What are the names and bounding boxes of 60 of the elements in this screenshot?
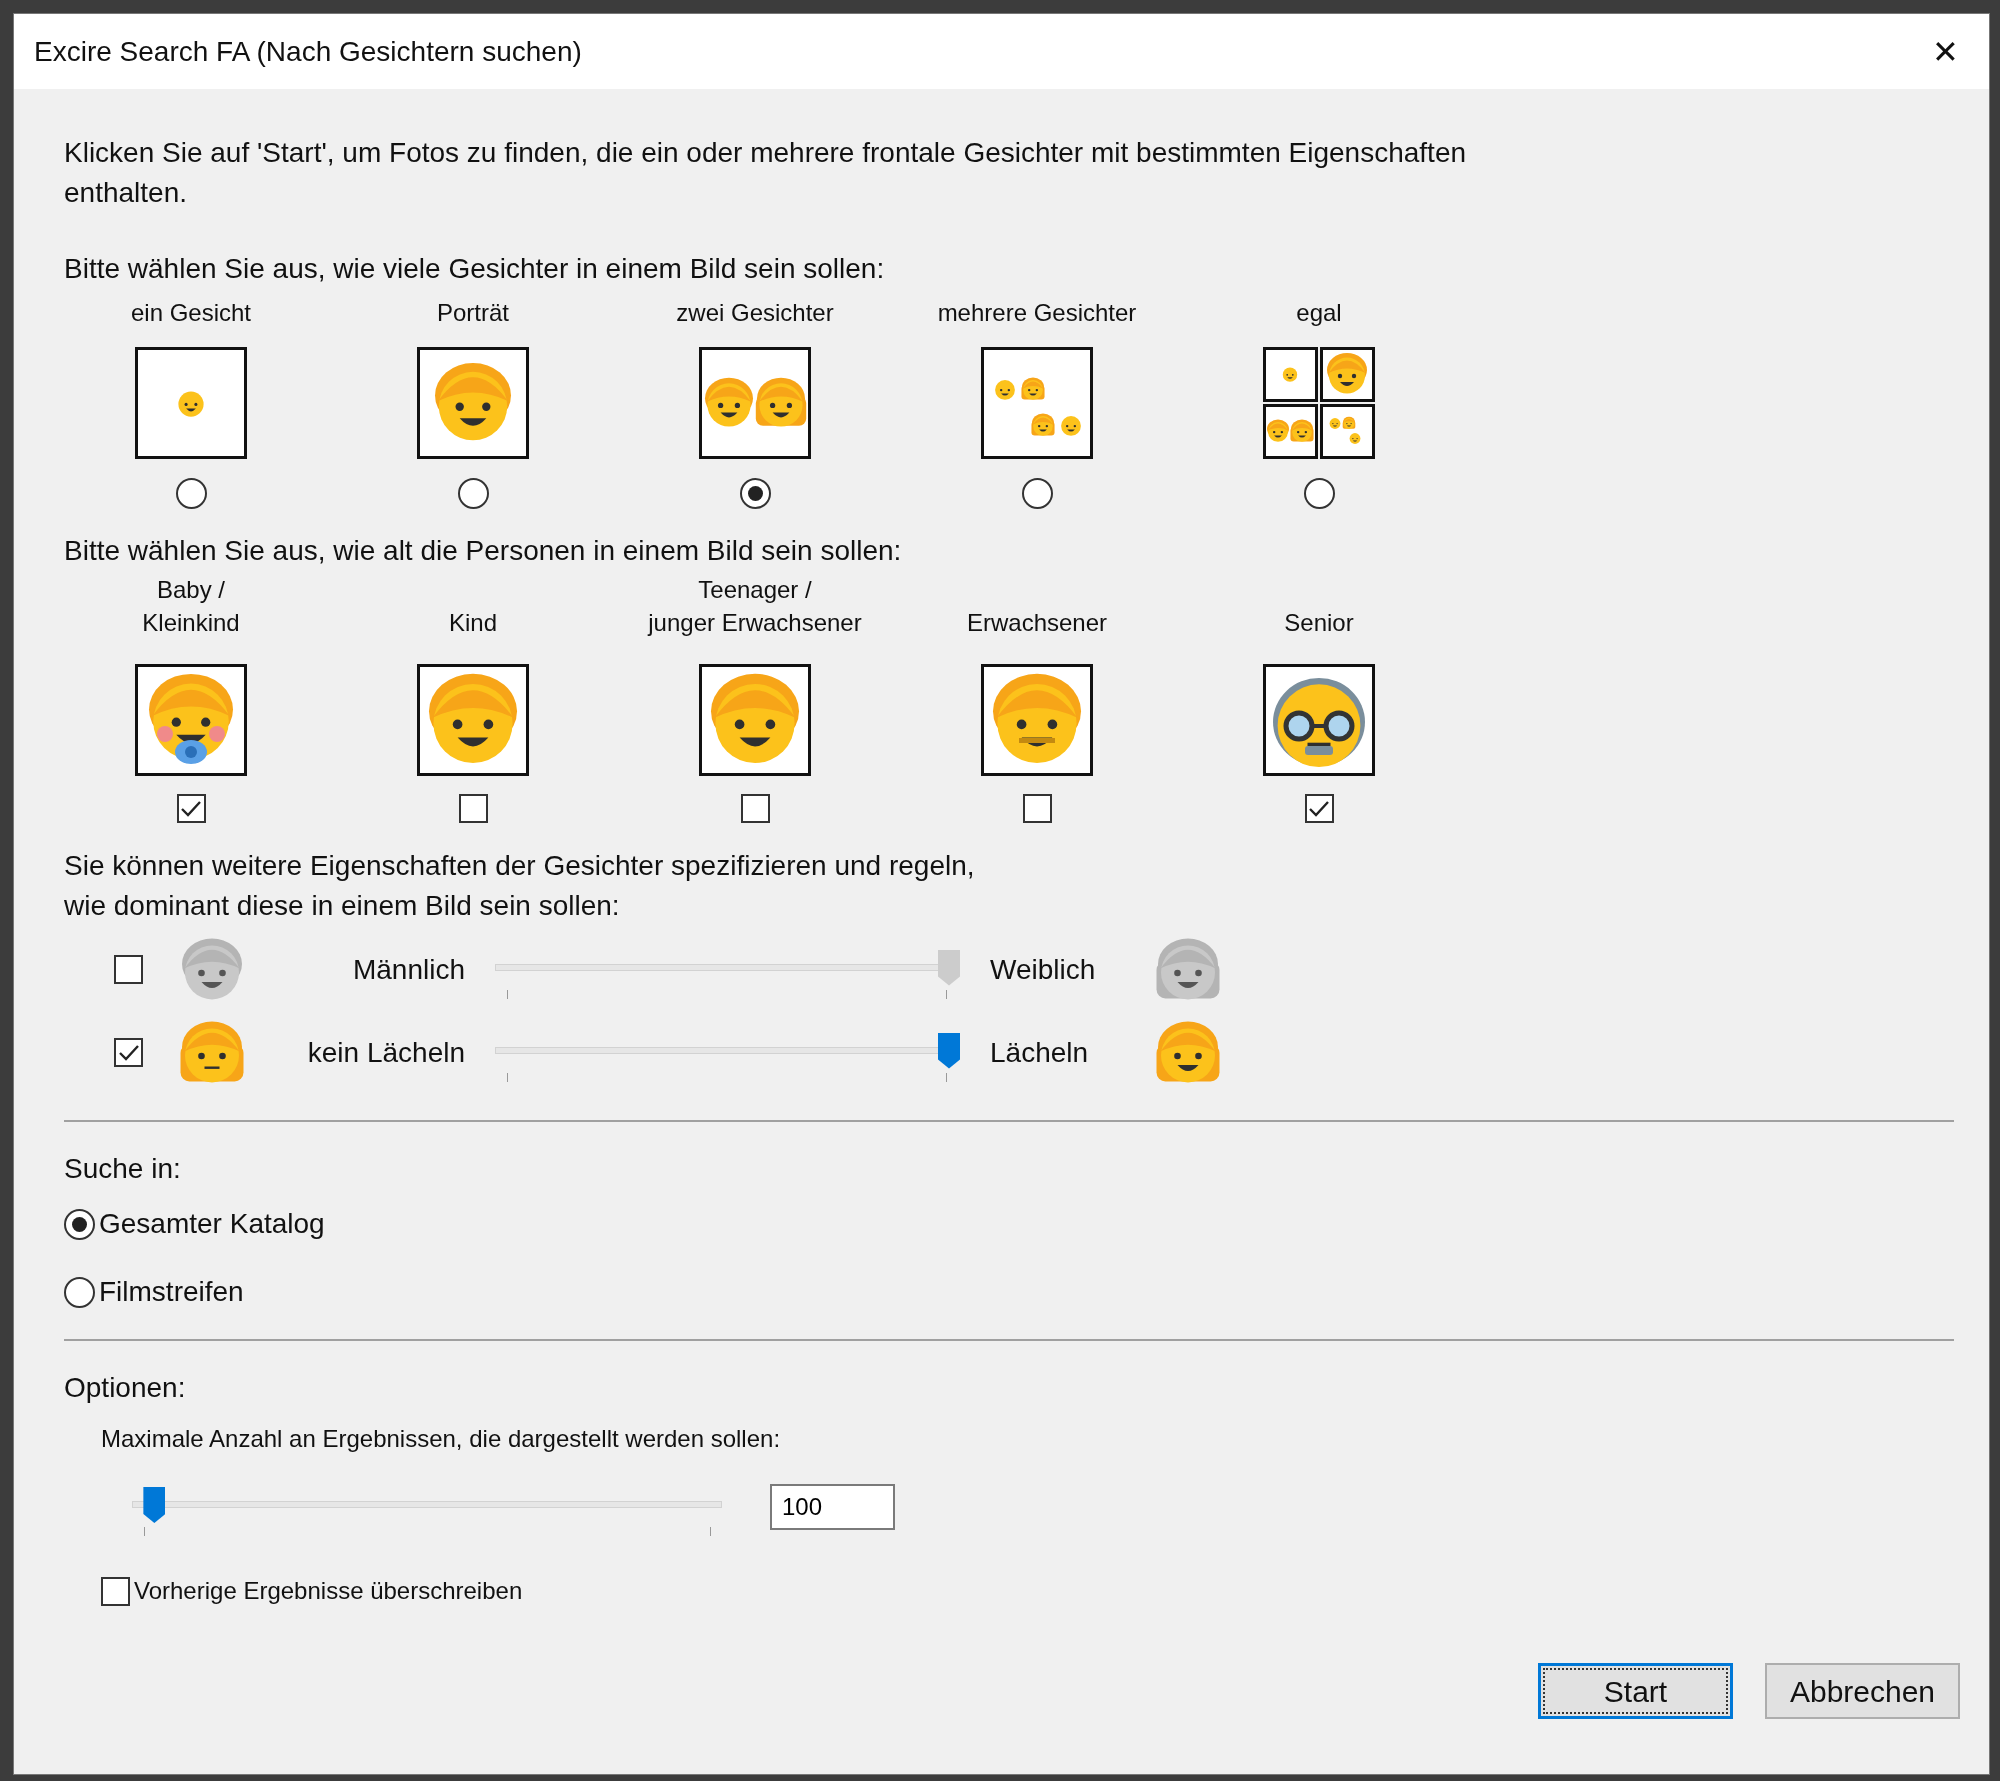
checkbox[interactable] xyxy=(176,794,206,823)
option-label: ein Gesicht xyxy=(130,298,252,328)
radio-button[interactable] xyxy=(64,1208,95,1240)
slider-left-label: Männlich xyxy=(351,952,465,987)
teen-face-icon xyxy=(699,664,811,776)
radio-button[interactable] xyxy=(175,478,207,509)
option-label: mehrere Gesichter xyxy=(937,298,1137,328)
checkbox-label: Vorherige Ergebnisse überschreiben xyxy=(134,1576,523,1606)
checkbox[interactable] xyxy=(114,955,143,984)
slider-thumb[interactable] xyxy=(938,1032,960,1069)
checkbox[interactable] xyxy=(101,1576,130,1606)
senior-face-icon xyxy=(1263,664,1375,776)
radio-button[interactable] xyxy=(739,478,771,509)
checkbox[interactable] xyxy=(1022,794,1052,823)
section-label: Suche in: xyxy=(64,1152,182,1186)
checkbox[interactable] xyxy=(740,794,770,823)
options-label: Maximale Anzahl an Ergebnissen, die dargestellt werden sollen: xyxy=(101,1424,782,1454)
radio-button[interactable] xyxy=(457,478,489,509)
face-grid-icon xyxy=(1263,347,1375,459)
one-face-icon xyxy=(135,347,247,459)
radio-option[interactable]: Filmstreifen xyxy=(64,1271,1939,1313)
radio-button[interactable] xyxy=(1021,478,1053,509)
slider-thumb[interactable] xyxy=(938,949,960,986)
radio-label: Filmstreifen xyxy=(99,1275,244,1309)
slider-thumb[interactable] xyxy=(143,1487,166,1523)
adult-face-icon xyxy=(981,664,1093,776)
section-prompt: Bitte wählen Sie aus, wie viele Gesichter in einem Bild sein sollen: xyxy=(64,252,886,286)
radio-button[interactable] xyxy=(64,1276,95,1308)
dialog-button[interactable]: Abbrechen xyxy=(1765,1663,1960,1719)
portrait-face-icon xyxy=(417,347,529,459)
option-label: Baby / Kleinkind xyxy=(142,575,240,638)
checkbox[interactable] xyxy=(1304,794,1334,823)
two-faces-icon xyxy=(699,347,811,459)
section-prompt: Sie können weitere Eigenschaften der Gesichter spezifizieren und regeln, wie dominant diese in einem Bild sein sollen: xyxy=(64,849,976,923)
option-label: egal xyxy=(1296,298,1342,328)
checkbox-option[interactable]: Vorherige Ergebnisse überschreiben xyxy=(101,1573,1939,1609)
option-label: Kind xyxy=(448,608,497,638)
intro-text: Klicken Sie auf 'Start', um Fotos zu finden, die ein oder mehrere frontale Gesichter mit bestimmten Eigenschaften enthalten. xyxy=(64,136,1468,210)
radio-option[interactable]: Gesamter Katalog xyxy=(64,1203,1939,1245)
slider-left-label: kein Lächeln xyxy=(306,1035,465,1070)
checkbox[interactable] xyxy=(114,1038,143,1067)
baby-face-icon xyxy=(135,664,247,776)
radio-button[interactable] xyxy=(1303,478,1335,509)
radio-label: Gesamter Katalog xyxy=(99,1207,325,1241)
slider-right-label: Lächeln xyxy=(990,1035,1090,1070)
option-label: Porträt xyxy=(437,298,509,328)
dialog-button[interactable]: Start xyxy=(1538,1663,1733,1719)
section-prompt: Bitte wählen Sie aus, wie alt die Personen in einem Bild sein sollen: xyxy=(64,534,903,568)
option-label: Teenager / junger Erwachsener xyxy=(648,575,862,638)
section-label: Optionen: xyxy=(64,1371,187,1405)
option-label: Erwachsener xyxy=(966,608,1108,638)
checkbox[interactable] xyxy=(458,794,488,823)
number-field[interactable]: 100 xyxy=(770,1484,895,1530)
close-button[interactable]: ✕ xyxy=(1924,35,1967,68)
slider-right-label: Weiblich xyxy=(990,952,1097,987)
option-label: Senior xyxy=(1284,608,1354,638)
group-faces-icon xyxy=(981,347,1093,459)
option-label: zwei Gesichter xyxy=(676,298,834,328)
window-title: Excire Search FA (Nach Gesichtern suchen) xyxy=(34,34,582,69)
child-face-icon xyxy=(417,664,529,776)
